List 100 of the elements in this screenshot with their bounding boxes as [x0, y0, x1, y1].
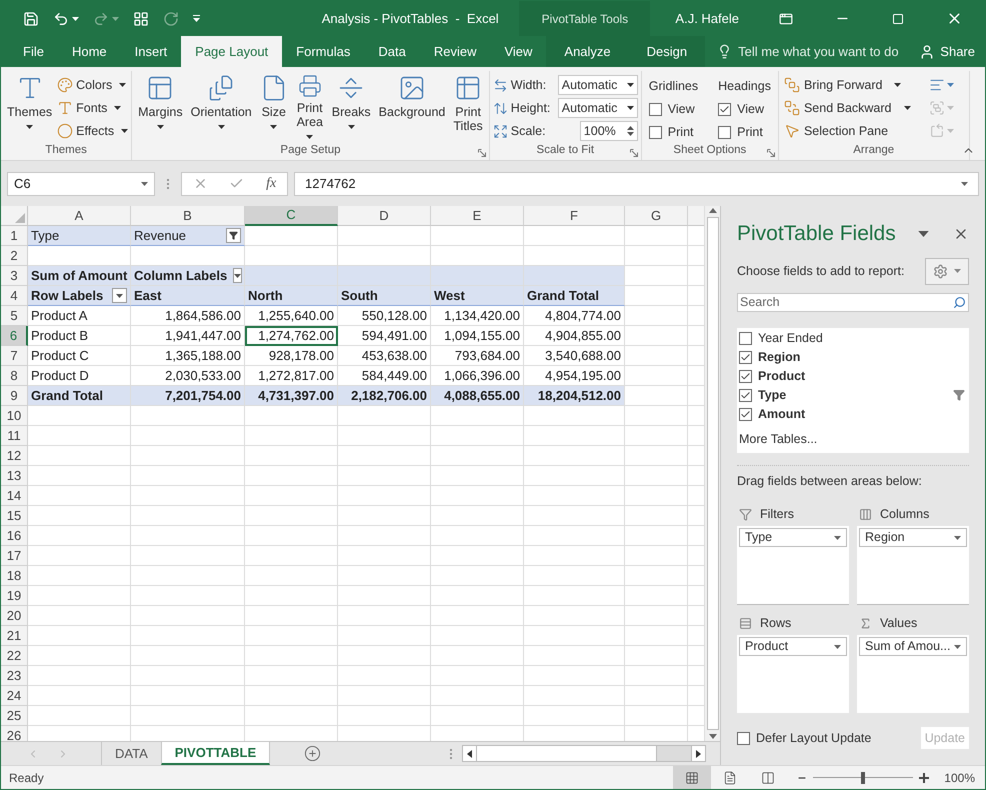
empty-cell[interactable] — [338, 486, 431, 506]
empty-cell[interactable] — [338, 506, 431, 526]
empty-cell[interactable] — [625, 526, 688, 546]
empty-cell[interactable] — [625, 686, 688, 706]
row-header[interactable]: 6 — [1, 326, 28, 346]
scroll-up-icon[interactable] — [708, 208, 716, 213]
empty-cell[interactable] — [338, 686, 431, 706]
row-header[interactable]: 14 — [1, 486, 28, 506]
ribbon-button[interactable]: Bring Forward — [784, 75, 911, 95]
empty-cell[interactable] — [245, 646, 338, 666]
add-sheet-icon[interactable] — [304, 745, 322, 762]
row-header[interactable]: 18 — [1, 566, 28, 586]
column-header[interactable]: F — [524, 206, 625, 226]
row-header[interactable]: 21 — [1, 626, 28, 646]
empty-cell[interactable] — [338, 466, 431, 486]
empty-cell[interactable] — [625, 606, 688, 626]
empty-cell[interactable] — [625, 486, 688, 506]
customize-button[interactable] — [193, 15, 200, 22]
empty-cell[interactable] — [431, 466, 524, 486]
row-header[interactable]: 5 — [1, 306, 28, 326]
empty-cell[interactable] — [131, 506, 245, 526]
select-all-icon[interactable] — [15, 213, 25, 223]
empty-cell[interactable] — [338, 606, 431, 626]
maximize-icon[interactable] — [892, 12, 904, 24]
row-header[interactable]: 24 — [1, 686, 28, 706]
empty-cell[interactable] — [338, 626, 431, 646]
zoom-thumb[interactable] — [861, 772, 865, 784]
empty-cell[interactable] — [338, 706, 431, 726]
share-button[interactable]: Share — [919, 36, 985, 67]
redo-button[interactable] — [93, 10, 119, 26]
empty-cell[interactable] — [245, 686, 338, 706]
empty-cell[interactable] — [245, 466, 338, 486]
empty-cell[interactable] — [524, 406, 625, 426]
empty-cell[interactable] — [524, 526, 625, 546]
row-header[interactable]: 25 — [1, 706, 28, 726]
row-header[interactable]: 1 — [1, 226, 28, 246]
empty-cell[interactable] — [431, 646, 524, 666]
row-header[interactable]: 12 — [1, 446, 28, 466]
field-item[interactable]: Year Ended — [737, 328, 969, 348]
empty-cell[interactable] — [131, 526, 245, 546]
more-tables-link[interactable]: More Tables... — [737, 430, 969, 448]
area-field-button[interactable]: Region — [859, 528, 967, 548]
filter-dropdown-button[interactable] — [226, 228, 241, 243]
sheet-tab[interactable]: PIVOTTABLE — [160, 742, 270, 765]
empty-cell[interactable] — [625, 306, 688, 326]
checkbox[interactable] — [718, 126, 732, 140]
empty-cell[interactable] — [524, 426, 625, 446]
field-item[interactable]: Region — [737, 348, 969, 366]
empty-cell[interactable] — [625, 366, 688, 386]
empty-cell[interactable] — [431, 226, 524, 246]
empty-cell[interactable] — [338, 666, 431, 686]
row-header[interactable]: 8 — [1, 366, 28, 386]
name-box[interactable]: C6 — [7, 172, 155, 196]
empty-cell[interactable] — [131, 446, 245, 466]
empty-cell[interactable] — [625, 646, 688, 666]
empty-cell[interactable] — [245, 446, 338, 466]
ribbon-button[interactable]: Fonts — [57, 98, 128, 118]
row-header[interactable]: 13 — [1, 466, 28, 486]
empty-cell[interactable] — [625, 326, 688, 346]
empty-cell[interactable] — [625, 406, 688, 426]
empty-cell[interactable] — [524, 486, 625, 506]
checkbox[interactable] — [739, 370, 752, 382]
insert-function-button[interactable]: fx — [266, 173, 276, 194]
row-header[interactable]: 16 — [1, 526, 28, 546]
empty-cell[interactable] — [245, 546, 338, 566]
empty-cell[interactable] — [131, 406, 245, 426]
checkbox[interactable] — [739, 332, 752, 344]
row-header[interactable]: 22 — [1, 646, 28, 666]
empty-cell[interactable] — [524, 606, 625, 626]
empty-cell[interactable] — [625, 506, 688, 526]
empty-cell[interactable] — [338, 406, 431, 426]
dialog-launcher-icon[interactable] — [630, 149, 638, 157]
form-icon[interactable] — [133, 10, 149, 26]
area-field-button[interactable]: Type — [739, 528, 847, 548]
empty-cell[interactable] — [431, 406, 524, 426]
empty-cell[interactable] — [131, 686, 245, 706]
ribbon-button[interactable]: Themes — [4, 71, 56, 143]
empty-cell[interactable] — [131, 706, 245, 726]
empty-cell[interactable] — [338, 526, 431, 546]
scroll-down-icon[interactable] — [708, 734, 716, 739]
empty-cell[interactable] — [431, 606, 524, 626]
empty-cell[interactable] — [524, 646, 625, 666]
ribbon-button[interactable]: Selection Pane — [784, 121, 911, 141]
empty-cell[interactable] — [131, 566, 245, 586]
column-header[interactable]: C — [245, 206, 338, 226]
empty-cell[interactable] — [431, 506, 524, 526]
row-header[interactable]: 10 — [1, 406, 28, 426]
dropdown-field[interactable]: Automatic — [558, 75, 638, 95]
column-header[interactable]: D — [338, 206, 431, 226]
empty-cell[interactable] — [524, 566, 625, 586]
empty-cell[interactable] — [524, 706, 625, 726]
empty-cell[interactable] — [245, 406, 338, 426]
field-item[interactable]: Amount — [737, 404, 969, 424]
ribbon-button[interactable]: Print Titles — [450, 71, 486, 143]
empty-cell[interactable] — [131, 606, 245, 626]
filter-dropdown-button[interactable] — [112, 288, 127, 303]
settings-button[interactable] — [925, 258, 969, 284]
empty-cell[interactable] — [431, 486, 524, 506]
ribbon-button[interactable]: Print Area — [292, 71, 327, 143]
area-drop-zone[interactable]: Sum of Amou... — [857, 635, 969, 714]
